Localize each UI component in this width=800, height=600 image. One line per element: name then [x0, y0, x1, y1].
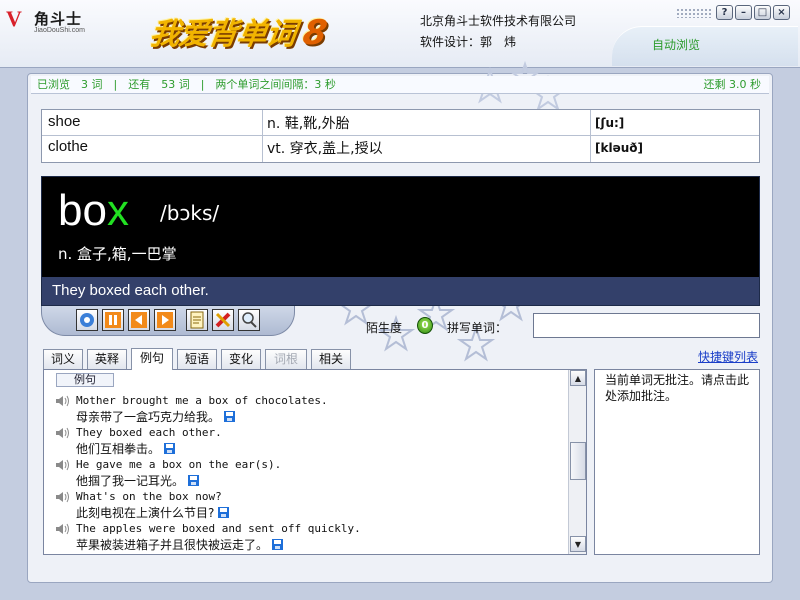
scroll-thumb[interactable]	[570, 442, 586, 480]
current-definition: n. 盒子,箱,一巴掌	[58, 245, 177, 263]
logo-v-icon: V	[6, 6, 22, 31]
search-button[interactable]	[238, 309, 260, 331]
logo-url: JiaoDouShi.com	[34, 27, 85, 34]
designer-credit: 软件设计：郭 炜	[420, 35, 517, 49]
settings-icon	[80, 313, 94, 327]
example-chinese-text: 母亲带了一盒巧克力给我。	[76, 410, 221, 424]
example-chinese: 他们互相拳击。	[76, 440, 596, 457]
edit-button[interactable]	[212, 309, 234, 331]
minimize-button[interactable]: –	[735, 5, 752, 20]
tab-phrases[interactable]: 短语	[177, 349, 217, 369]
auto-browse-tab[interactable]: 自动浏览	[612, 26, 798, 66]
row-phonetic: [kləuð]	[595, 141, 643, 155]
edit-icon	[215, 312, 231, 328]
annotation-text: 当前单词无批注。请点击此处添加批注。	[605, 373, 750, 403]
annotation-panel[interactable]: 当前单词无批注。请点击此处添加批注。	[594, 369, 760, 555]
speaker-icon[interactable]	[55, 491, 71, 503]
save-icon[interactable]	[164, 443, 176, 454]
scroll-down-button[interactable]: ▼	[570, 536, 586, 552]
help-button[interactable]: ?	[716, 5, 733, 20]
row-definition: n. 鞋,靴,外胎	[267, 116, 350, 132]
auto-browse-label: 自动浏览	[652, 38, 701, 52]
speaker-icon[interactable]	[55, 523, 71, 535]
spell-label: 拼写单词：	[447, 321, 508, 335]
table-row[interactable]: clothe vt. 穿衣,盖上,授以 [kləuð]	[42, 136, 759, 161]
shortcut-list-link[interactable]: 快捷键列表	[698, 348, 758, 365]
app-title-text: 我爱背单词	[147, 17, 298, 52]
pause-button[interactable]	[102, 309, 124, 331]
next-button[interactable]	[154, 309, 176, 331]
example-english: He gave me a box on the ear(s).	[76, 458, 282, 471]
examples-panel: 例句 Mother brought me a box of chocolates…	[43, 369, 587, 555]
current-word-prefix: bo	[58, 186, 107, 235]
word-display: box /bɔks/ n. 盒子,箱,一巴掌 They boxed each o…	[41, 176, 760, 306]
example-english: The apples were boxed and sent off quick…	[76, 522, 361, 535]
previous-button[interactable]	[128, 309, 150, 331]
example-chinese-text: 此刻电视在上演什么节目?	[76, 506, 215, 520]
current-word-highlight: x	[106, 186, 129, 235]
pause-icon	[105, 312, 121, 328]
app-title: 我爱背单词8	[147, 10, 364, 58]
logo-text: 角斗士	[34, 10, 83, 28]
countdown-status: 还剩 3.0 秒	[703, 78, 762, 91]
settings-button[interactable]	[76, 309, 98, 331]
save-icon[interactable]	[218, 507, 230, 518]
tab-related[interactable]: 相关	[311, 349, 351, 369]
example-chinese-text: 他掴了我一记耳光。	[76, 474, 185, 488]
save-icon[interactable]	[188, 475, 200, 486]
scroll-up-button[interactable]: ▲	[570, 370, 586, 386]
maximize-button[interactable]: □	[754, 5, 771, 20]
speaker-icon[interactable]	[55, 427, 71, 439]
save-icon[interactable]	[224, 411, 236, 422]
spell-input[interactable]	[533, 313, 760, 338]
previous-icon	[131, 312, 147, 328]
app-version: 8	[300, 13, 329, 53]
control-toolbar	[41, 306, 295, 336]
examples-header: 例句	[56, 373, 114, 387]
notepad-button[interactable]	[186, 309, 208, 331]
tab-inflections[interactable]: 变化	[221, 349, 261, 369]
tab-roots: 词根	[265, 349, 307, 369]
notepad-icon	[190, 311, 204, 329]
close-button[interactable]: ×	[773, 5, 790, 20]
current-word: box	[58, 183, 129, 239]
example-chinese: 母亲带了一盒巧克力给我。	[76, 408, 596, 425]
example-english: They boxed each other.	[76, 426, 222, 439]
familiarity-badge: 0	[417, 317, 433, 334]
example-sentence: They boxed each other.	[42, 277, 759, 305]
row-word: clothe	[48, 138, 89, 155]
example-chinese: 他掴了我一记耳光。	[76, 472, 596, 489]
word-history-table: shoe n. 鞋,靴,外胎 [ʃu:] clothe vt. 穿衣,盖上,授以…	[41, 109, 760, 163]
examples-scrollbar[interactable]: ▲ ▼	[568, 370, 586, 554]
example-chinese-text: 苹果被装进箱子并且很快被运走了。	[76, 538, 269, 552]
search-icon	[242, 312, 257, 328]
save-icon[interactable]	[272, 539, 284, 550]
speaker-icon[interactable]	[55, 459, 71, 471]
row-word: shoe	[48, 113, 81, 130]
familiarity-label: 陌生度	[366, 321, 403, 335]
tab-meaning[interactable]: 词义	[43, 349, 83, 369]
progress-status: 已浏览 3 词 | 还有 53 词 | 两个单词之间间隔：3 秒	[37, 78, 336, 91]
company-logo: V 角斗士 JiaoDouShi.com	[4, 6, 100, 36]
table-row[interactable]: shoe n. 鞋,靴,外胎 [ʃu:]	[42, 111, 759, 136]
row-phonetic: [ʃu:]	[595, 116, 625, 130]
example-english: Mother brought me a box of chocolates.	[76, 394, 328, 407]
tab-english-definition[interactable]: 英释	[87, 349, 127, 369]
title-bar: V 角斗士 JiaoDouShi.com 我爱背单词8 北京角斗士软件技术有限公…	[0, 0, 800, 68]
current-phonetic: /bɔks/	[160, 201, 220, 225]
next-icon	[157, 312, 173, 328]
speaker-icon[interactable]	[55, 395, 71, 407]
company-name: 北京角斗士软件技术有限公司	[420, 14, 577, 28]
example-chinese-text: 他们互相拳击。	[76, 442, 161, 456]
row-definition: vt. 穿衣,盖上,授以	[267, 141, 383, 157]
example-english: What's on the box now?	[76, 490, 222, 503]
example-chinese: 此刻电视在上演什么节目?	[76, 504, 596, 521]
example-chinese: 苹果被装进箱子并且很快被运走了。	[76, 536, 596, 553]
tab-examples[interactable]: 例句	[131, 348, 173, 370]
drag-grip[interactable]	[676, 8, 712, 18]
window-controls: ? – □ ×	[716, 5, 790, 20]
status-bar: 已浏览 3 词 | 还有 53 词 | 两个单词之间间隔：3 秒 还剩 3.0 …	[31, 76, 769, 94]
